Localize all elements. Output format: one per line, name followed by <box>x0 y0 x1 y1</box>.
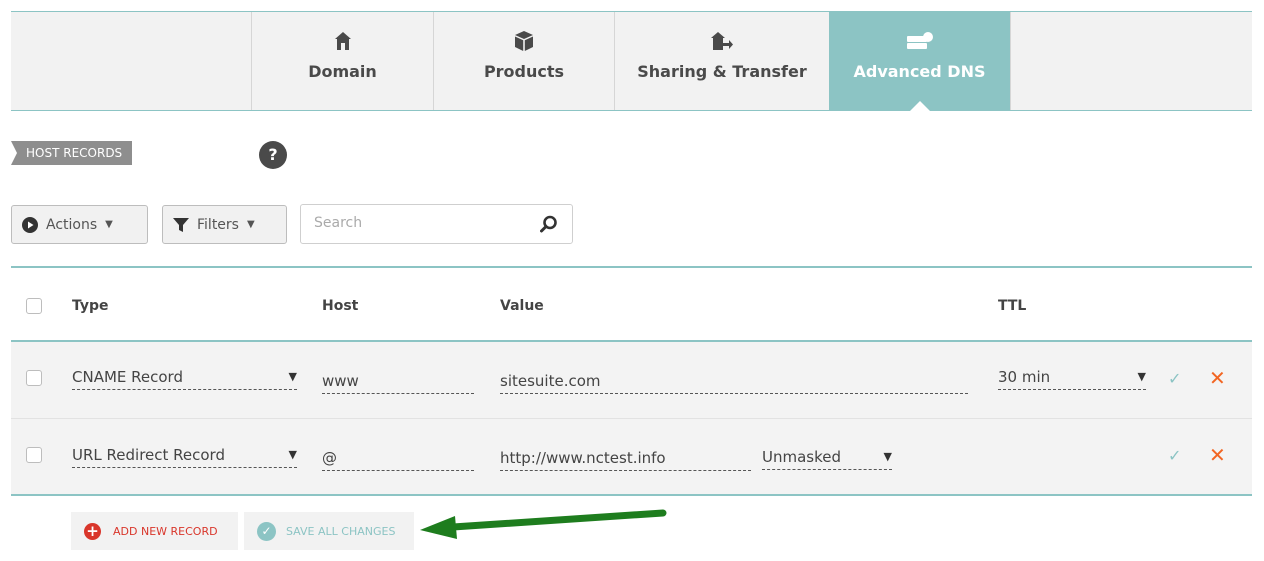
caret-down-icon: ▼ <box>1137 370 1146 383</box>
play-circle-icon <box>22 216 38 233</box>
col-header-type: Type <box>72 298 109 314</box>
caret-down-icon: ▼ <box>288 370 297 383</box>
tab-domain[interactable]: Domain <box>251 12 433 110</box>
search-icon[interactable] <box>540 215 558 237</box>
home-icon <box>334 30 351 52</box>
tab-sharing-transfer[interactable]: Sharing & Transfer <box>614 12 829 110</box>
caret-down-icon: ▼ <box>883 450 892 463</box>
section-ribbon: HOST RECORDS <box>11 141 133 165</box>
plus-circle-icon: + <box>84 522 101 540</box>
host-input[interactable]: www <box>322 370 474 394</box>
value-text: http://www.nctest.info <box>500 449 666 467</box>
type-value: CNAME Record <box>72 368 183 386</box>
save-label: SAVE ALL CHANGES <box>286 524 396 538</box>
col-header-ttl: TTL <box>998 298 1027 314</box>
tab-label: Domain <box>308 62 377 81</box>
actions-button[interactable]: Actions ▼ <box>11 205 148 244</box>
row-checkbox[interactable] <box>26 370 42 386</box>
type-select[interactable]: CNAME Record ▼ <box>72 366 297 390</box>
host-value: @ <box>322 449 337 467</box>
table-header: Type Host Value TTL <box>11 270 1252 340</box>
redirect-type-select[interactable]: Unmasked ▼ <box>762 446 892 470</box>
tab-label: Products <box>483 62 565 81</box>
caret-down-icon: ▼ <box>288 448 297 461</box>
check-circle-icon: ✓ <box>257 521 276 541</box>
table-row: URL Redirect Record ▼ @ http://www.nctes… <box>11 418 1252 495</box>
actions-label: Actions <box>46 216 98 233</box>
add-new-record-button[interactable]: + ADD NEW RECORD <box>71 512 238 550</box>
host-input[interactable]: @ <box>322 447 474 471</box>
col-header-host: Host <box>322 298 359 314</box>
value-input[interactable]: sitesuite.com <box>500 370 968 394</box>
save-all-changes-button[interactable]: ✓ SAVE ALL CHANGES <box>244 512 414 550</box>
ttl-select[interactable]: 30 min ▼ <box>998 366 1146 390</box>
tab-products[interactable]: Products <box>433 12 614 110</box>
annotation-arrow <box>420 509 667 539</box>
search-input[interactable] <box>312 214 526 232</box>
row-checkbox[interactable] <box>26 447 42 463</box>
delete-row-icon[interactable]: ✕ <box>1209 445 1226 465</box>
filters-button[interactable]: Filters ▼ <box>162 205 287 244</box>
save-row-check-icon[interactable]: ✓ <box>1168 446 1181 465</box>
host-value: www <box>322 372 359 390</box>
type-value: URL Redirect Record <box>72 446 225 464</box>
help-button[interactable]: ? <box>259 141 287 169</box>
table-top-border <box>11 266 1252 268</box>
tab-label: Advanced DNS <box>853 62 986 81</box>
box-icon <box>515 30 533 52</box>
tab-label: Sharing & Transfer <box>637 62 807 81</box>
server-icon <box>906 30 933 52</box>
tab-advanced-dns[interactable]: Advanced DNS <box>829 12 1010 111</box>
redirect-type-value: Unmasked <box>762 448 842 466</box>
table-row: CNAME Record ▼ www sitesuite.com 30 min … <box>11 342 1252 418</box>
house-arrow-icon <box>711 30 733 52</box>
ttl-value: 30 min <box>998 368 1051 386</box>
value-input[interactable]: http://www.nctest.info <box>500 447 751 471</box>
filters-label: Filters <box>197 216 239 233</box>
tab-separator <box>1010 12 1011 110</box>
caret-down-icon: ▼ <box>105 219 113 230</box>
funnel-icon <box>173 217 189 233</box>
col-header-value: Value <box>500 298 544 314</box>
type-select[interactable]: URL Redirect Record ▼ <box>72 444 297 468</box>
search-box <box>300 204 573 244</box>
add-label: ADD NEW RECORD <box>113 524 218 538</box>
host-records-label: HOST RECORDS <box>11 141 133 165</box>
caret-down-icon: ▼ <box>246 219 255 230</box>
delete-row-icon[interactable]: ✕ <box>1209 368 1226 388</box>
select-all-checkbox[interactable] <box>26 298 42 314</box>
value-text: sitesuite.com <box>500 372 601 390</box>
save-row-check-icon[interactable]: ✓ <box>1168 369 1181 388</box>
table-bottom-border <box>11 494 1252 496</box>
tab-bar: Domain Products Sharing & Transfer Advan… <box>11 11 1252 111</box>
